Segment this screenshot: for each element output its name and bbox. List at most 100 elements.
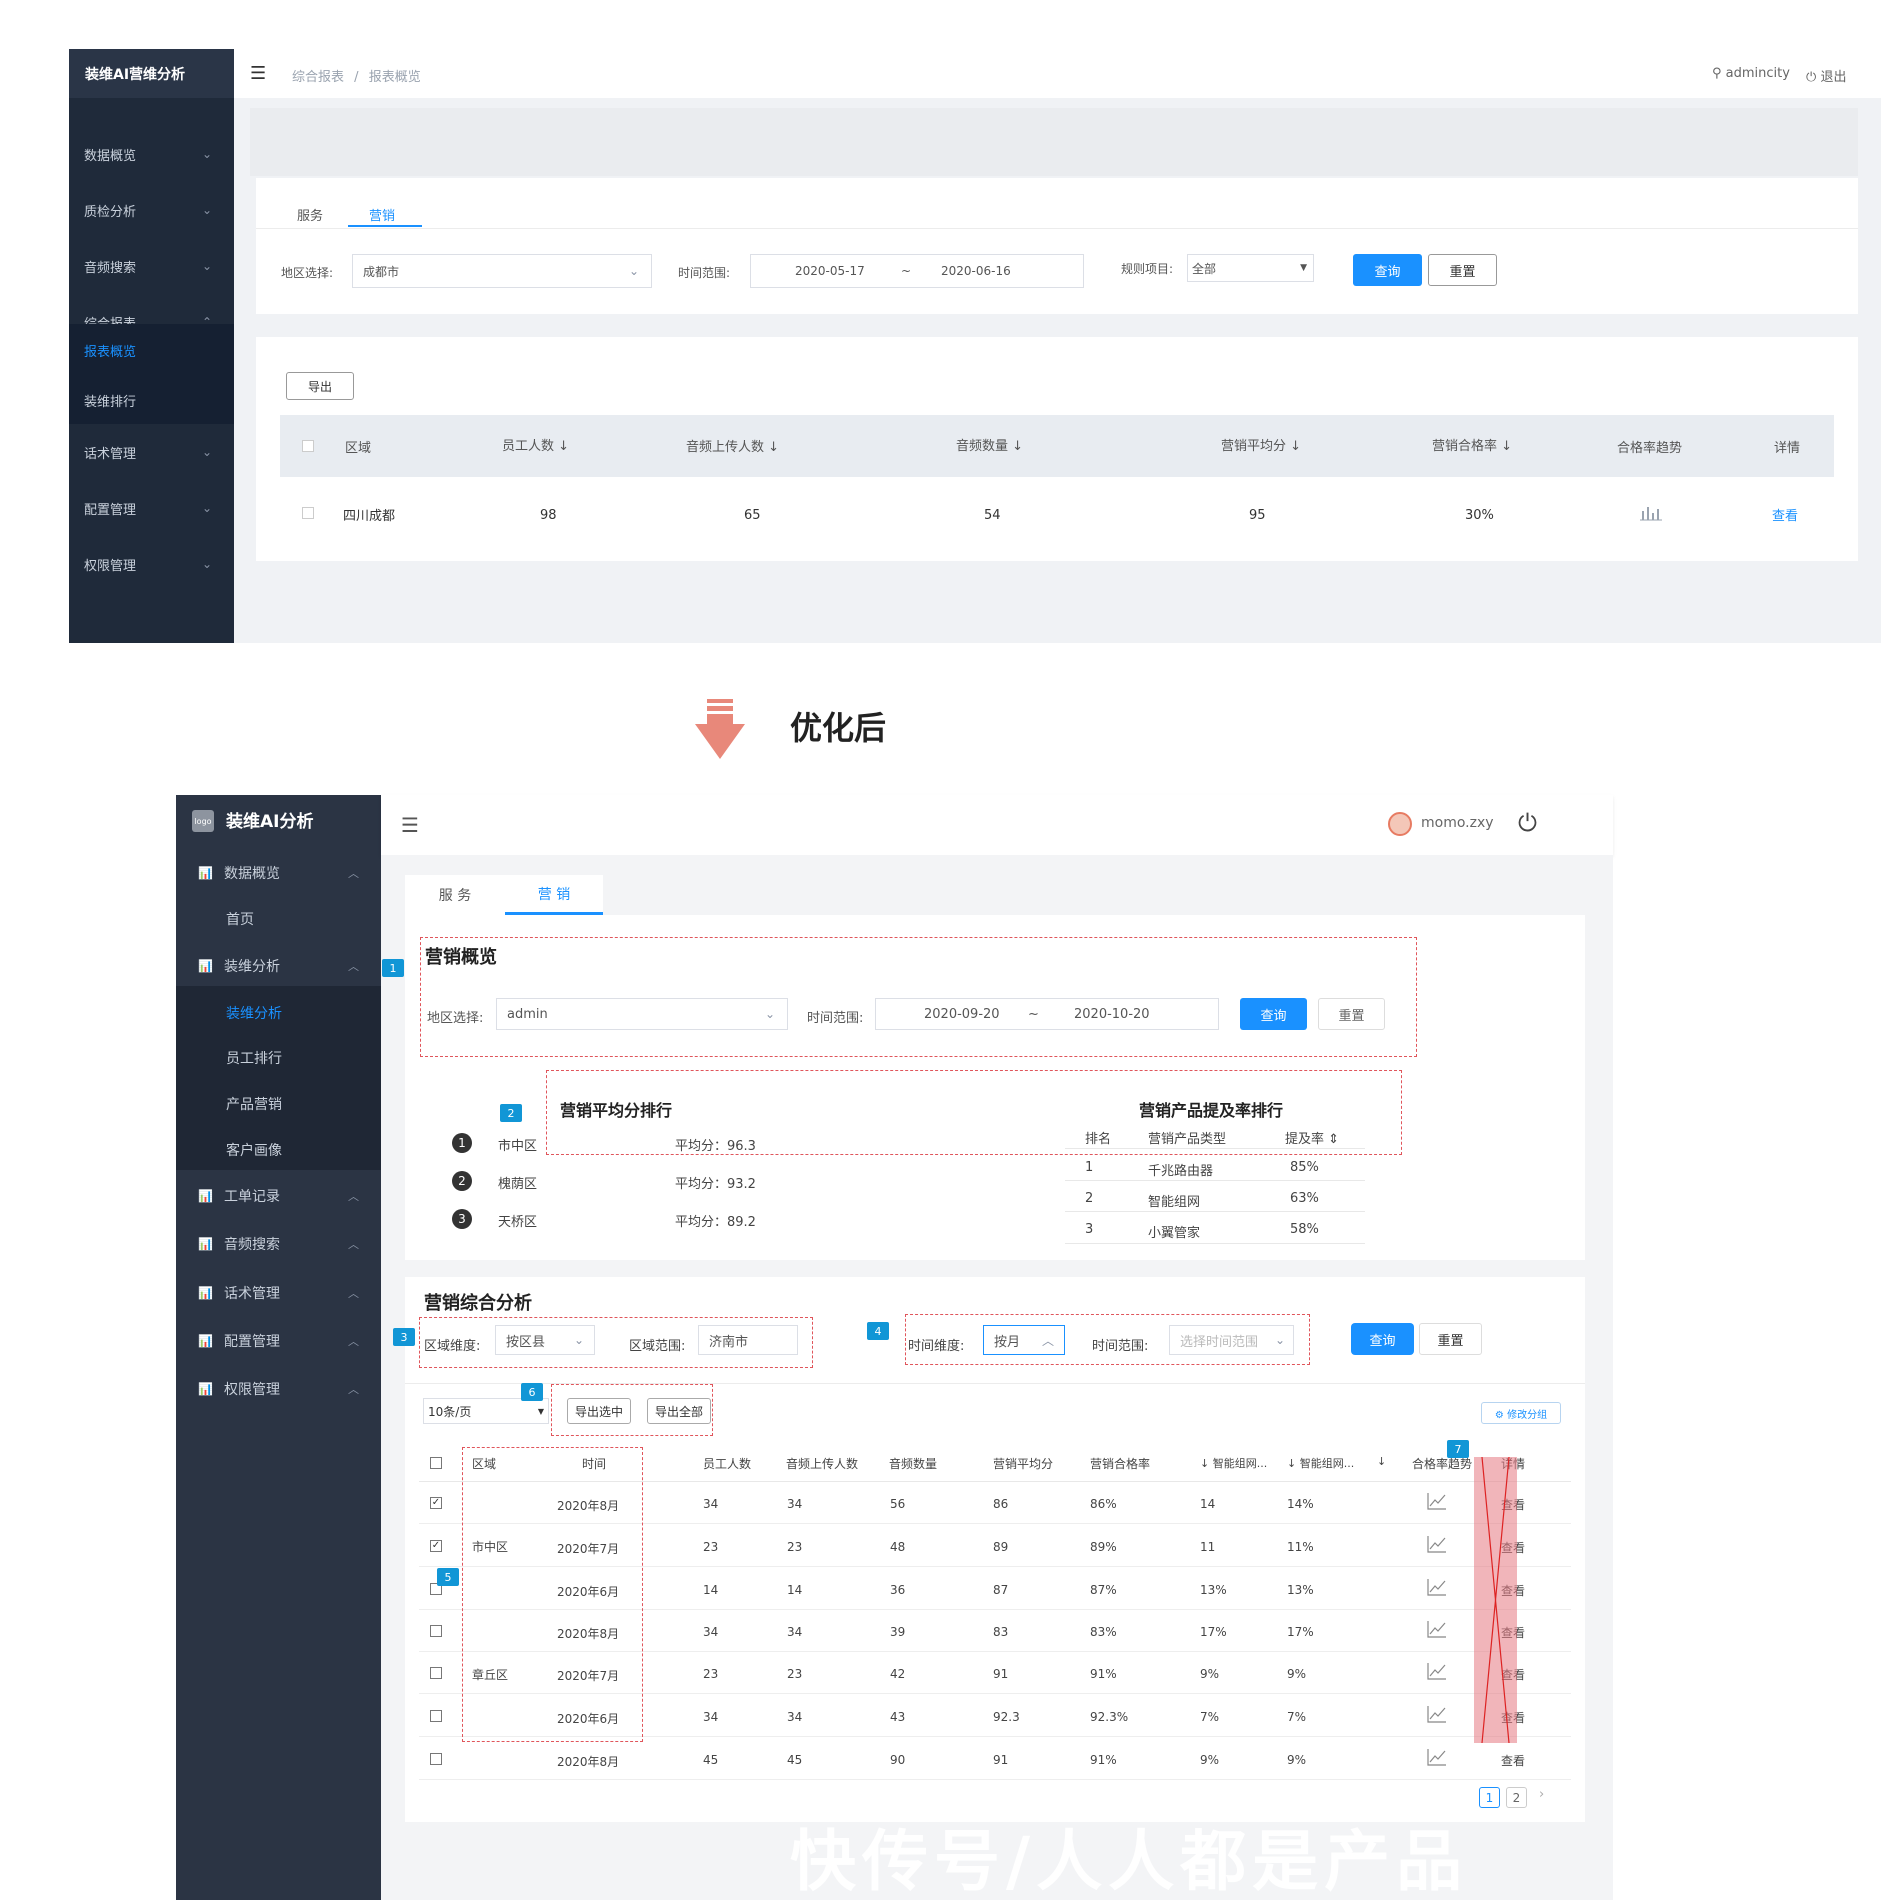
trend-line-icon[interactable] (1427, 1492, 1447, 1510)
table-cell: 17% (1287, 1625, 1314, 1639)
date-range-picker[interactable]: 2020-09-20 ~ 2020-10-20 (875, 998, 1219, 1030)
trend-line-icon[interactable] (1427, 1620, 1447, 1638)
divider (256, 228, 1858, 229)
th-smart-net-2[interactable]: ↓ 智能组网... (1287, 1455, 1354, 1471)
next-page-icon[interactable]: › (1539, 1787, 1544, 1802)
page-1-button[interactable]: 1 (1479, 1787, 1500, 1808)
submenu-customer-profile[interactable]: 客户画像 (176, 1130, 381, 1170)
select-all-checkbox[interactable] (302, 440, 314, 452)
top-export-button[interactable]: 导出 (286, 372, 354, 400)
range-input[interactable]: 济南市 (698, 1325, 798, 1355)
table-cell: 90 (890, 1753, 906, 1767)
row-checkbox[interactable] (430, 1753, 442, 1765)
row-checkbox[interactable] (430, 1667, 442, 1679)
export-selected-button[interactable]: 导出选中 (567, 1398, 631, 1424)
product-name-3[interactable]: 小翼管家 (1148, 1222, 1200, 1241)
power-icon[interactable]: ⏻ (1518, 809, 1537, 837)
bottom-user[interactable]: momo.zxy (1421, 815, 1494, 831)
th-mention-rate[interactable]: 提及率 ⇕ (1285, 1128, 1339, 1147)
row-checkbox[interactable] (430, 1710, 442, 1722)
trend-line-icon[interactable] (1427, 1535, 1447, 1553)
top-user[interactable]: ⚲ admincity (1712, 66, 1790, 81)
submenu-product-marketing[interactable]: 产品营销 (176, 1084, 381, 1124)
export-all-button[interactable]: 导出全部 (647, 1398, 711, 1424)
top-header: ☰ 综合报表 / 报表概览 ⚲ admincity ⏻ 退出 (234, 49, 1881, 98)
detail-link[interactable]: 查看 (1772, 505, 1798, 524)
th-avg-score[interactable]: 营销平均分 ↓ (1221, 435, 1301, 454)
product-name-2[interactable]: 智能组网 (1148, 1191, 1200, 1210)
top-menu-permissions[interactable]: 权限管理 ⌄ (69, 540, 234, 588)
top-menu-config[interactable]: 配置管理 ⌄ (69, 484, 234, 532)
analysis-query-button[interactable]: 查询 (1351, 1323, 1414, 1355)
trend-line-icon[interactable] (1427, 1748, 1447, 1766)
detail-link[interactable]: 查看 (1501, 1752, 1525, 1769)
tab-service[interactable]: 服 务 (405, 875, 505, 915)
top-menu-quality[interactable]: 质检分析 ⌄ (69, 186, 234, 234)
table-cell: 23 (787, 1540, 803, 1554)
region-select[interactable]: admin ⌄ (496, 998, 788, 1030)
annotation-badge-6: 6 (521, 1383, 543, 1401)
trend-line-icon[interactable] (1427, 1578, 1447, 1596)
row-checkbox[interactable] (302, 507, 314, 519)
table-cell: 14 (1200, 1497, 1216, 1511)
table-cell: 56 (890, 1497, 906, 1511)
row-checkbox[interactable]: ✓ (430, 1497, 442, 1509)
time-dim-select[interactable]: 按月 ︿ (983, 1325, 1065, 1355)
menu-fold-icon[interactable]: ☰ (401, 813, 419, 837)
menu-fold-icon[interactable]: ☰ (250, 63, 266, 84)
edit-group-button[interactable]: ⚙ 修改分组 (1481, 1402, 1561, 1424)
top-logout[interactable]: ⏻ 退出 (1806, 66, 1846, 85)
submenu-staff-ranking[interactable]: 员工排行 (176, 1038, 381, 1078)
top-menu-scripts[interactable]: 话术管理 ⌄ (69, 428, 234, 476)
th-smart-net-1[interactable]: ↓ 智能组网... (1200, 1455, 1267, 1471)
th-pass-rate[interactable]: 营销合格率 ↓ (1432, 435, 1512, 454)
page-size-select[interactable]: 10条/页 ▼ (423, 1398, 549, 1424)
top-menu-audio-search[interactable]: 音频搜索 ⌄ (69, 242, 234, 290)
product-name-1[interactable]: 千兆路由器 (1148, 1160, 1213, 1179)
menu-data-overview[interactable]: 📊 数据概览 ︿ (176, 853, 381, 893)
top-tab-service[interactable]: 服务 (297, 205, 323, 224)
menu-scripts[interactable]: 📊 话术管理 ︿ (176, 1273, 381, 1313)
top-submenu-ranking[interactable]: 装维排行 (69, 376, 234, 424)
page-2-button[interactable]: 2 (1506, 1787, 1527, 1808)
breadcrumb-reports[interactable]: 综合报表 (292, 70, 344, 85)
after-optimization-label: 优化后 (790, 709, 887, 747)
analysis-reset-button[interactable]: 重置 (1419, 1323, 1482, 1355)
row-checkbox[interactable]: ✓ (430, 1540, 442, 1552)
time-dim-label: 时间维度: (908, 1339, 965, 1354)
th-sort[interactable]: ↓ (1377, 1455, 1386, 1468)
dim-select[interactable]: 按区县 ⌄ (495, 1325, 595, 1355)
trend-line-icon[interactable] (1427, 1662, 1447, 1680)
date-range-picker[interactable]: 2020-05-17 ~ 2020-06-16 (750, 254, 1084, 288)
tab-marketing[interactable]: 营 销 (505, 875, 603, 915)
submenu-zw-analysis[interactable]: 装维分析 (176, 993, 381, 1033)
th-staff[interactable]: 员工人数 ↓ (502, 435, 569, 454)
th-audio-count[interactable]: 音频数量 ↓ (956, 435, 1023, 454)
avatar[interactable] (1388, 812, 1412, 836)
top-reset-button[interactable]: 重置 (1428, 254, 1497, 286)
overview-query-button[interactable]: 查询 (1240, 998, 1307, 1030)
overview-reset-button[interactable]: 重置 (1318, 998, 1385, 1030)
menu-audio-search[interactable]: 📊 音频搜索 ︿ (176, 1224, 381, 1264)
select-all-checkbox[interactable] (430, 1457, 442, 1469)
time-range-select[interactable]: 选择时间范围 ⌄ (1169, 1325, 1294, 1355)
top-submenu-report-overview[interactable]: 报表概览 (69, 324, 234, 376)
top-tab-marketing[interactable]: 营销 (369, 205, 395, 224)
top-menu-data-overview[interactable]: 数据概览 ⌄ (69, 130, 234, 178)
th-uploaders[interactable]: 音频上传人数 ↓ (686, 436, 779, 455)
table-cell: 34 (703, 1497, 719, 1511)
top-query-button[interactable]: 查询 (1353, 254, 1422, 286)
th-product-type: 营销产品类型 (1148, 1132, 1227, 1147)
rule-select[interactable]: 全部 ▼ (1187, 254, 1314, 282)
region-select[interactable]: 成都市 ⌄ (352, 254, 652, 288)
trend-line-icon[interactable] (1427, 1705, 1447, 1723)
bar-chart-icon[interactable] (1640, 503, 1662, 521)
menu-permissions[interactable]: 📊 权限管理 ︿ (176, 1369, 381, 1409)
table-cell: 83 (993, 1625, 1009, 1639)
menu-zw-analysis[interactable]: 📊 装维分析 ︿ (176, 946, 381, 986)
menu-work-orders[interactable]: 📊 工单记录 ︿ (176, 1176, 381, 1216)
row-checkbox[interactable] (430, 1625, 442, 1637)
submenu-home[interactable]: 首页 (176, 899, 381, 939)
menu-config[interactable]: 📊 配置管理 ︿ (176, 1321, 381, 1361)
chart-icon: 📊 (198, 1382, 213, 1396)
